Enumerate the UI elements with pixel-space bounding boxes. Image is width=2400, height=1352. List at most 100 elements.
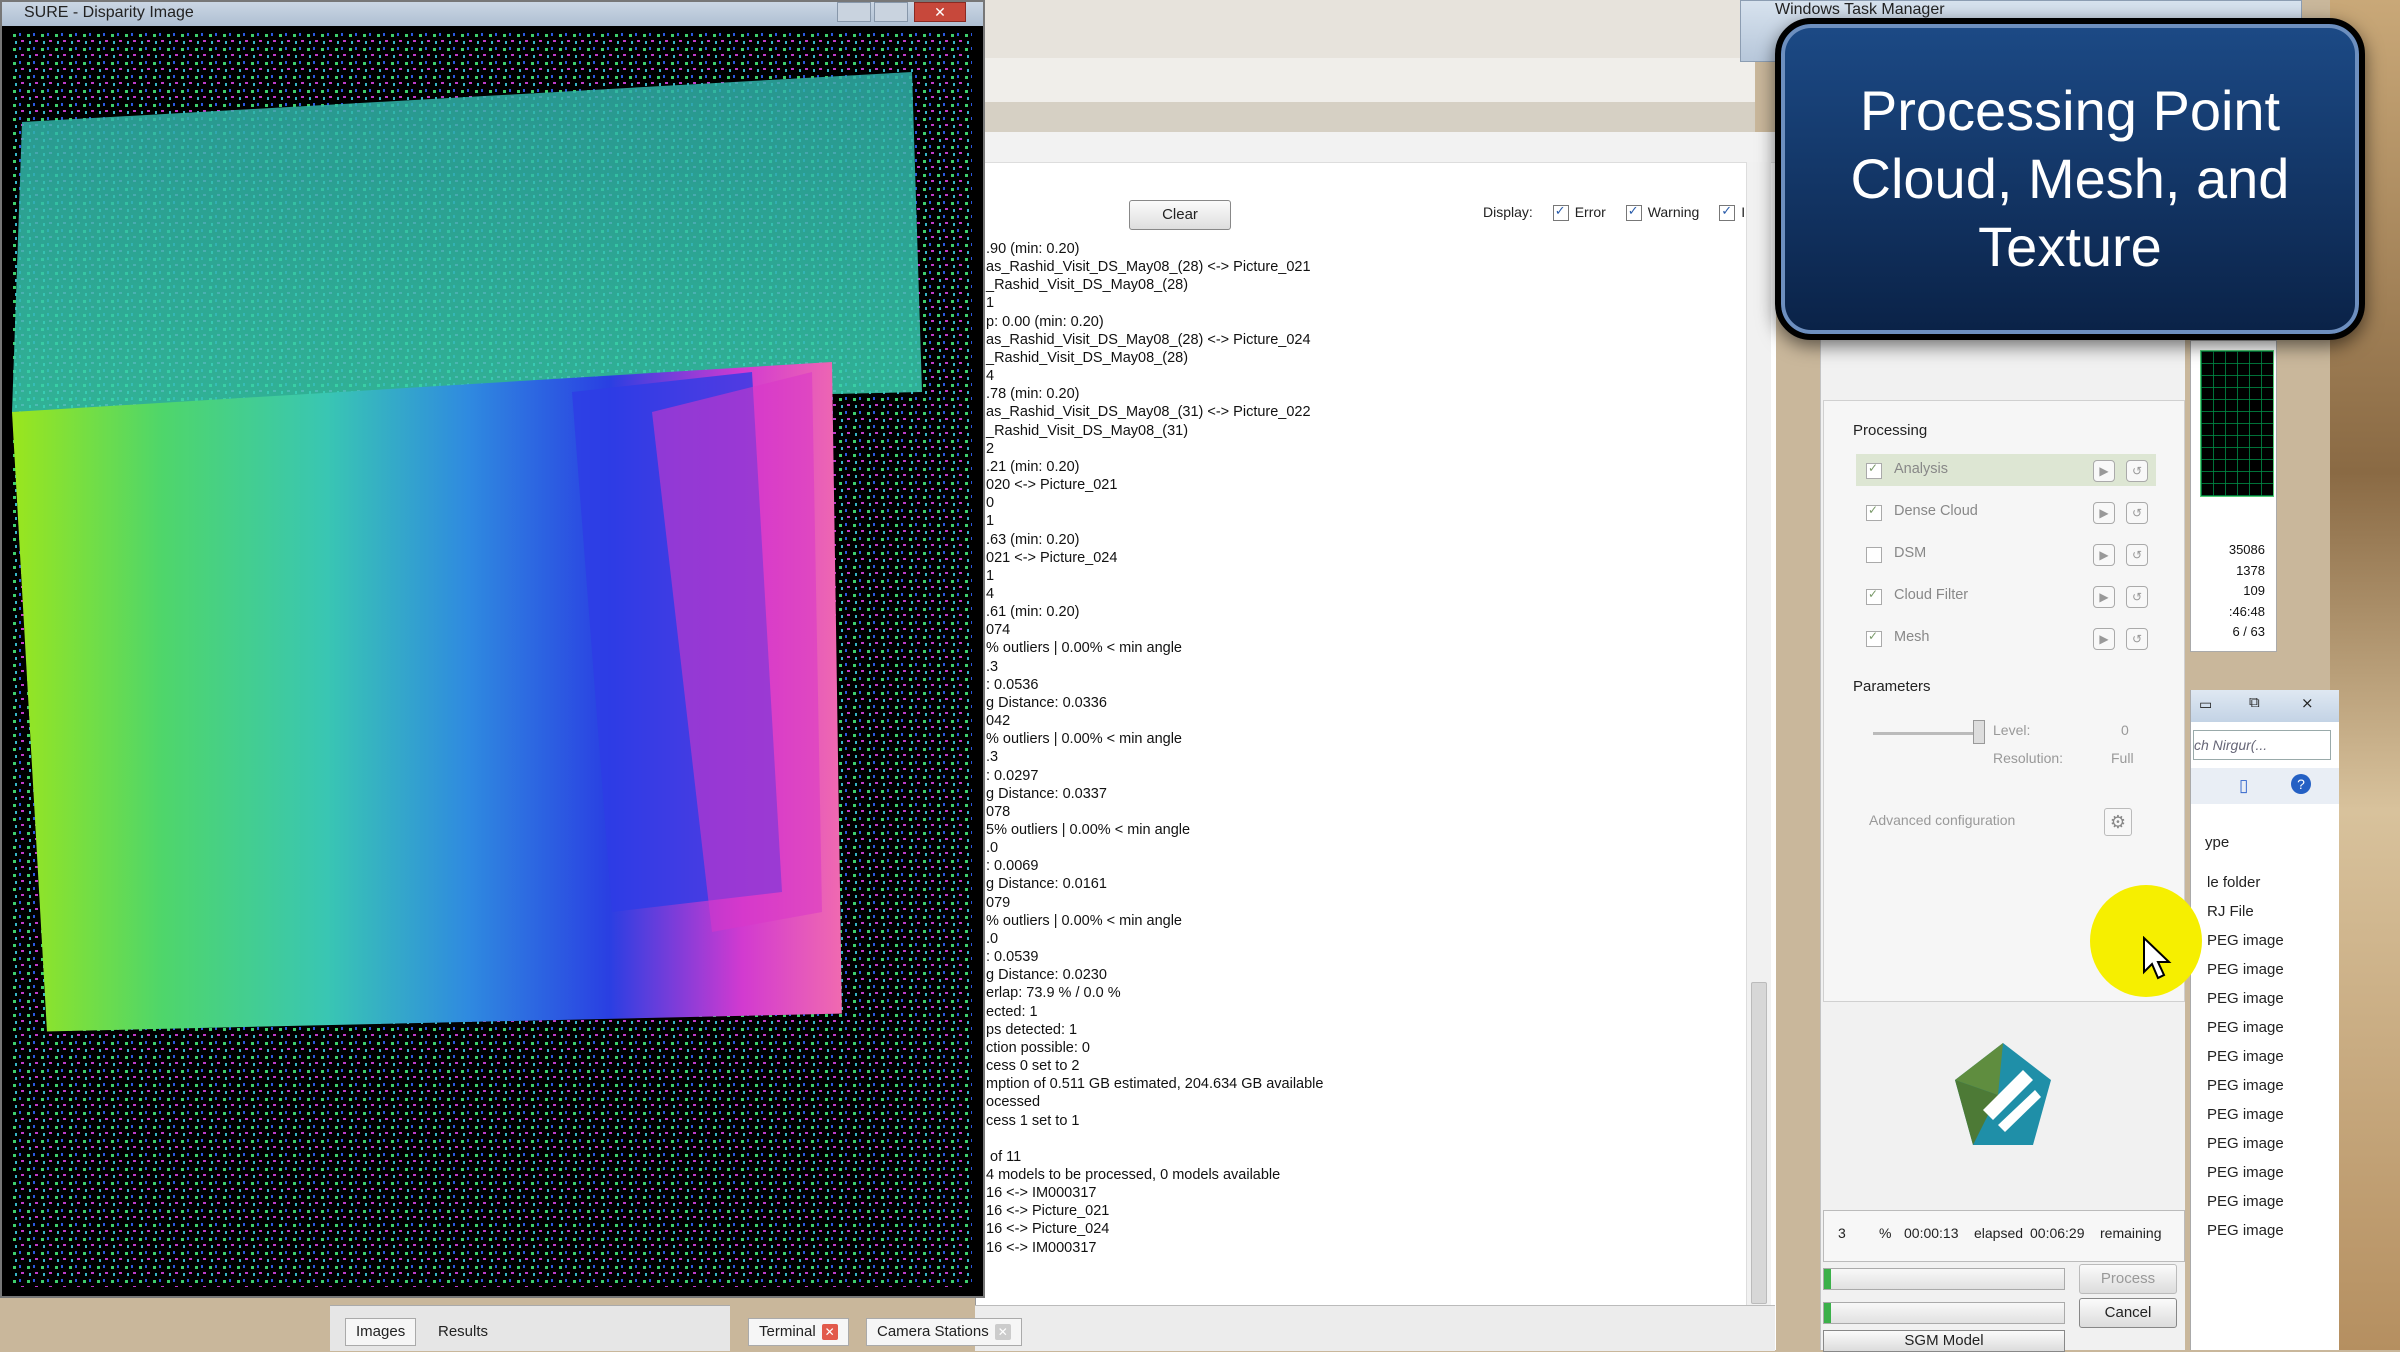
play-icon[interactable]: ▶ (2093, 502, 2115, 524)
play-icon[interactable]: ▶ (2093, 544, 2115, 566)
step-mesh[interactable]: Mesh ▶ ↺ (1856, 622, 2156, 654)
step-cloud-filter[interactable]: Cloud Filter ▶ ↺ (1856, 580, 2156, 612)
tab-images[interactable]: Images (345, 1318, 417, 1346)
list-item[interactable]: PEG image (2207, 1077, 2284, 1094)
log-line: 020 <-> Picture_021 (986, 477, 1118, 494)
column-type-header[interactable]: ype (2205, 834, 2229, 851)
log-line: 1 (986, 295, 995, 312)
list-item[interactable]: PEG image (2207, 990, 2284, 1007)
tab-camera-stations[interactable]: Camera Stations ✕ (866, 1318, 1022, 1346)
tab-terminal[interactable]: Terminal ✕ (748, 1318, 849, 1346)
step-checkbox[interactable] (1866, 547, 1882, 563)
gear-icon[interactable]: ⚙ (2104, 808, 2132, 836)
error-checkbox[interactable] (1552, 203, 1569, 222)
reset-icon[interactable]: ↺ (2126, 544, 2148, 566)
play-icon[interactable]: ▶ (2093, 586, 2115, 608)
help-icon[interactable]: ? (2291, 774, 2311, 794)
log-scrollbar[interactable] (1746, 162, 1771, 1322)
list-item[interactable]: PEG image (2207, 1019, 2284, 1036)
process-button[interactable]: Process (2079, 1264, 2177, 1294)
maximize-button[interactable] (874, 2, 908, 22)
parameters-title: Parameters (1853, 678, 1931, 695)
processing-panel: Processing Analysis ▶ ↺ Dense Cloud ▶ ↺ … (1820, 340, 2185, 1352)
level-slider-thumb[interactable] (1973, 720, 1985, 744)
console-header (976, 132, 1776, 163)
file-explorer: ▭ ⧉ ⨯ ch Nirgur(... ▯ ? ype le folder RJ… (2190, 690, 2339, 1350)
log-line: 5% outliers | 0.00% < min angle (986, 822, 1191, 838)
log-line: g Distance: 0.0336 (986, 694, 1107, 711)
list-item[interactable]: PEG image (2207, 1193, 2284, 1210)
task-manager-stats: 35086 1378 109 :46:48 6 / 63 (2205, 540, 2265, 643)
stat-value: 35086 (2228, 542, 2265, 557)
close-icon[interactable]: ✕ (994, 1324, 1011, 1341)
step-dsm[interactable]: DSM ▶ ↺ (1856, 538, 2156, 570)
reset-icon[interactable]: ↺ (2126, 628, 2148, 650)
log-line: cess 0 set to 2 (986, 1058, 1080, 1075)
log-line: mption of 0.511 GB estimated, 204.634 GB… (986, 1076, 1324, 1093)
log-output: .90 (min: 0.20) as_Rashid_Visit_DS_May08_… (986, 240, 1756, 1257)
list-item[interactable]: PEG image (2207, 961, 2284, 978)
log-line: 079 (986, 894, 1011, 911)
browser-toolbar: ☆ ▣ ⬇ ⌂ ◢ Z ☺ ≡ (975, 58, 1755, 150)
list-item[interactable]: PEG image (2207, 1164, 2284, 1181)
title-callout: Processing Point Cloud, Mesh, and Textur… (1775, 18, 2365, 340)
reset-icon[interactable]: ↺ (2126, 460, 2148, 482)
step-checkbox[interactable] (1866, 629, 1882, 647)
level-value: 0 (2121, 722, 2129, 738)
pane-icon[interactable]: ▯ (2239, 776, 2248, 796)
browser-tabstrip (975, 102, 1755, 132)
warning-checkbox[interactable] (1625, 203, 1642, 222)
step-dense-cloud[interactable]: Dense Cloud ▶ ↺ (1856, 496, 2156, 528)
list-item[interactable]: PEG image (2207, 1135, 2284, 1152)
play-icon[interactable]: ▶ (2093, 628, 2115, 650)
log-line: .90 (min: 0.20) (986, 241, 1080, 257)
reset-icon[interactable]: ↺ (2126, 502, 2148, 524)
explorer-search-input[interactable]: ch Nirgur(... (2193, 730, 2331, 760)
warning-label: Warning (1647, 204, 1700, 220)
info-checkbox[interactable] (1719, 203, 1736, 222)
log-line: g Distance: 0.0161 (986, 876, 1107, 893)
log-line: .3 (986, 749, 999, 766)
app-logo (1955, 1043, 2051, 1145)
log-line: ocessed (986, 1094, 1041, 1111)
log-line: as_Rashid_Visit_DS_May08_(28) <-> Pictur… (986, 331, 1311, 348)
model-selector[interactable]: SGM Model (1823, 1330, 2065, 1352)
close-icon[interactable]: ✕ (821, 1324, 838, 1341)
step-analysis[interactable]: Analysis ▶ ↺ (1856, 454, 2156, 486)
list-item[interactable]: RJ File (2207, 903, 2254, 920)
minimize-icon[interactable]: ▭ (2199, 696, 2212, 713)
list-item[interactable]: PEG image (2207, 1106, 2284, 1123)
log-line: .63 (min: 0.20) (986, 531, 1080, 548)
step-label: Mesh (1894, 629, 1930, 645)
resolution-label: Resolution: (1993, 750, 2064, 766)
list-item[interactable]: PEG image (2207, 932, 2284, 949)
close-button[interactable]: ✕ (914, 2, 966, 22)
explorer-titlebar[interactable]: ▭ ⧉ ⨯ (2191, 690, 2339, 722)
minimize-button[interactable] (837, 2, 871, 22)
sure-window-title: SURE - Disparity Image (24, 4, 194, 21)
step-checkbox[interactable] (1866, 461, 1882, 479)
cancel-button[interactable]: Cancel (2079, 1298, 2177, 1328)
list-item[interactable]: le folder (2207, 874, 2260, 891)
tab-results[interactable]: Results (427, 1318, 499, 1346)
reset-icon[interactable]: ↺ (2126, 586, 2148, 608)
clear-button[interactable]: Clear (1129, 200, 1231, 230)
close-icon[interactable]: ⨯ (2301, 694, 2314, 712)
level-slider-track[interactable] (1873, 732, 1983, 735)
scrollbar-thumb[interactable] (1751, 982, 1767, 1304)
step-checkbox[interactable] (1866, 503, 1882, 521)
log-line: : 0.0297 (986, 767, 1039, 784)
sure-titlebar[interactable]: SURE - Disparity Image (2, 2, 983, 26)
browser-window: ☆ ▣ ⬇ ⌂ ◢ Z ☺ ≡ (975, 0, 1755, 150)
log-line: % outliers | 0.00% < min angle (986, 640, 1182, 657)
play-icon[interactable]: ▶ (2093, 460, 2115, 482)
list-item[interactable]: PEG image (2207, 1048, 2284, 1065)
step-checkbox[interactable] (1866, 587, 1882, 605)
log-line: g Distance: 0.0230 (986, 967, 1107, 984)
progress-bar-total (1823, 1268, 2065, 1290)
list-item[interactable]: PEG image (2207, 1222, 2284, 1239)
sure-disparity-window: SURE - Disparity Image ✕ (0, 0, 985, 1298)
maximize-icon[interactable]: ⧉ (2249, 694, 2260, 711)
progress-fill (1824, 1303, 1832, 1323)
